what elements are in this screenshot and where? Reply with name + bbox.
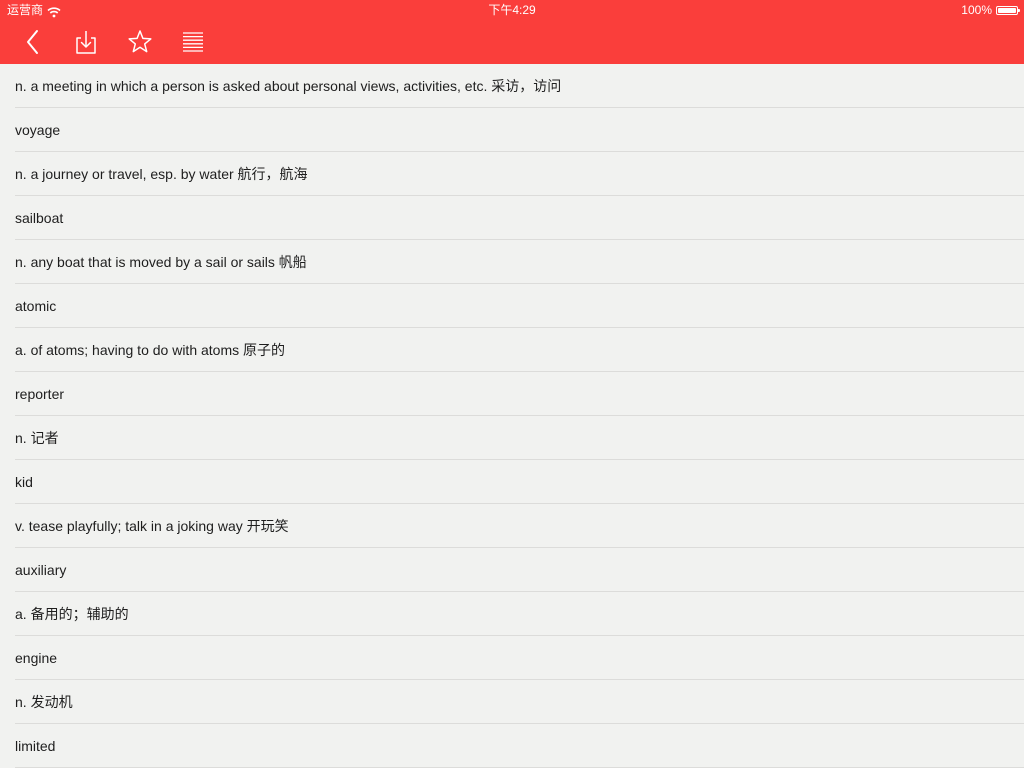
status-time: 下午4:29	[488, 3, 536, 17]
list-item[interactable]: kid	[0, 460, 1024, 504]
list-item[interactable]: reporter	[0, 372, 1024, 416]
list-item[interactable]: v. tease playfully; talk in a joking way…	[0, 504, 1024, 548]
back-button[interactable]	[20, 28, 48, 56]
download-button[interactable]	[72, 28, 100, 56]
list-item[interactable]: sailboat	[0, 196, 1024, 240]
word-list: n. a meeting in which a person is asked …	[0, 64, 1024, 768]
list-item[interactable]: auxiliary	[0, 548, 1024, 592]
status-right: 100%	[961, 0, 1020, 20]
battery-icon	[996, 5, 1020, 15]
list-item[interactable]: a. 备用的；辅助的	[0, 592, 1024, 636]
list-item[interactable]: voyage	[0, 108, 1024, 152]
list-item[interactable]: engine	[0, 636, 1024, 680]
list-item[interactable]: n. 发动机	[0, 680, 1024, 724]
list-item[interactable]: atomic	[0, 284, 1024, 328]
toolbar	[0, 20, 1024, 64]
star-icon	[128, 30, 152, 53]
list-item[interactable]: a. of atoms; having to do with atoms 原子的	[0, 328, 1024, 372]
menu-lines-icon	[183, 32, 203, 52]
list-menu-button[interactable]	[179, 28, 207, 56]
status-bar: 运营商 下午4:29 100%	[0, 0, 1024, 20]
list-item[interactable]: n. any boat that is moved by a sail or s…	[0, 240, 1024, 284]
top-bar: 运营商 下午4:29 100%	[0, 0, 1024, 64]
download-icon	[76, 31, 96, 54]
list-item[interactable]: n. a meeting in which a person is asked …	[0, 64, 1024, 108]
list-item[interactable]: n. a journey or travel, esp. by water 航行…	[0, 152, 1024, 196]
battery-percent: 100%	[961, 3, 992, 17]
back-chevron-icon	[27, 30, 38, 54]
favorite-button[interactable]	[126, 28, 154, 56]
list-item[interactable]: limited	[0, 724, 1024, 768]
list-item[interactable]: n. 记者	[0, 416, 1024, 460]
